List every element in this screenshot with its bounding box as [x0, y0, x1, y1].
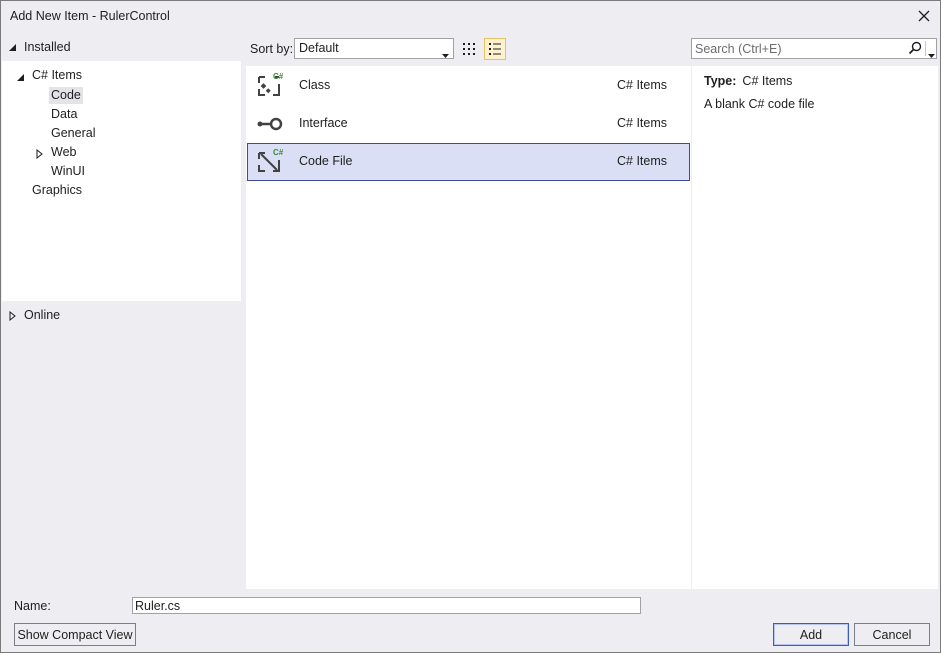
class-icon: C#	[255, 71, 285, 101]
template-list: C# Class C# Items Interface C# Items C# …	[246, 66, 691, 589]
item-name: Code File	[299, 154, 353, 168]
type-value: C# Items	[742, 74, 793, 88]
collapsed-arrow-icon	[9, 310, 16, 324]
type-row: Type: C# Items	[704, 74, 792, 88]
interface-icon	[255, 109, 285, 139]
add-button[interactable]: Add	[773, 623, 849, 646]
code-file-icon: C#	[255, 147, 285, 177]
item-category: C# Items	[617, 78, 668, 92]
type-label: Type:	[704, 74, 737, 88]
add-new-item-dialog: Add New Item - RulerControl Installed C#…	[0, 0, 941, 653]
expanded-arrow-icon	[8, 41, 17, 55]
search-options-caret-icon[interactable]	[928, 47, 935, 61]
installed-section-header[interactable]: Installed	[2, 36, 241, 60]
list-view-icon	[489, 43, 501, 55]
show-compact-view-button[interactable]: Show Compact View	[14, 623, 136, 646]
tree-item-web[interactable]: Web	[49, 144, 78, 161]
svg-text:C#: C#	[273, 72, 284, 81]
online-label: Online	[24, 308, 61, 322]
title-bar: Add New Item - RulerControl	[1, 1, 940, 32]
tree-item-winui[interactable]: WinUI	[49, 163, 87, 180]
cancel-button[interactable]: Cancel	[854, 623, 930, 646]
sort-by-value: Default	[299, 41, 339, 55]
item-name: Interface	[299, 116, 348, 130]
installed-label: Installed	[24, 40, 71, 54]
item-category: C# Items	[617, 116, 668, 130]
svg-text:C#: C#	[273, 148, 284, 157]
item-category: C# Items	[617, 154, 668, 168]
tree-item-code[interactable]: Code	[49, 87, 83, 104]
sort-by-dropdown[interactable]: Default	[294, 38, 454, 59]
search-input[interactable]	[695, 40, 905, 57]
list-view-button[interactable]	[484, 38, 506, 60]
tree-item-data[interactable]: Data	[49, 106, 79, 123]
medium-icons-view-button[interactable]	[458, 38, 480, 60]
collapsed-arrow-icon[interactable]	[36, 148, 43, 162]
expanded-arrow-icon[interactable]	[16, 71, 25, 85]
sort-by-label: Sort by:	[250, 42, 294, 56]
name-field[interactable]	[132, 597, 641, 614]
search-icon[interactable]	[908, 41, 922, 58]
close-icon[interactable]	[914, 6, 934, 26]
template-tree: C# Items Code Data General Web WinUI Gra…	[2, 61, 241, 301]
list-item-interface[interactable]: Interface C# Items	[247, 105, 690, 143]
search-divider	[925, 41, 926, 56]
list-item-class[interactable]: C# Class C# Items	[247, 67, 690, 105]
online-section-header[interactable]: Online	[2, 304, 241, 328]
list-item-code-file[interactable]: C# Code File C# Items	[247, 143, 690, 181]
grid-view-icon	[463, 43, 475, 55]
search-box[interactable]	[691, 38, 937, 59]
item-description: A blank C# code file	[704, 97, 815, 111]
tree-item-general[interactable]: General	[49, 125, 97, 142]
name-label: Name:	[14, 599, 51, 613]
details-pane: Type: C# Items A blank C# code file	[692, 66, 938, 589]
window-title: Add New Item - RulerControl	[10, 9, 170, 23]
tree-item-graphics[interactable]: Graphics	[30, 182, 84, 199]
item-name: Class	[299, 78, 331, 92]
tree-item-csharp-items[interactable]: C# Items	[30, 67, 84, 84]
dropdown-caret-icon	[442, 47, 449, 61]
